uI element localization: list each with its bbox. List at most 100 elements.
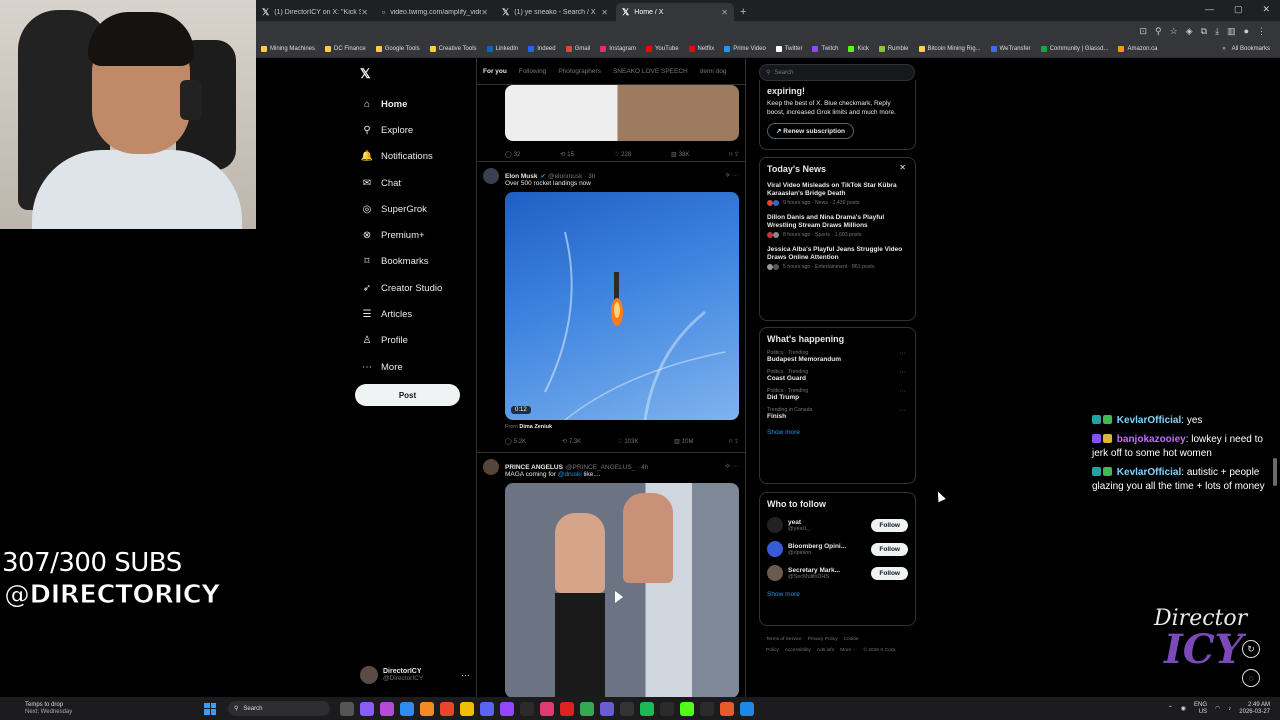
task-view-icon[interactable] (340, 701, 354, 716)
feed-tab[interactable]: For you (483, 68, 507, 75)
download-icon[interactable]: ⤓ (1215, 26, 1219, 37)
tweet-video[interactable]: 0:12 (505, 192, 739, 420)
avatar[interactable] (767, 565, 783, 581)
tweet[interactable]: ◯ 32 ⟲ 15 ♡ 228 ▥ 38K ⌑ ⇪ (477, 85, 745, 162)
brave-icon[interactable] (440, 701, 454, 716)
nav-item-profile[interactable]: ♙ Profile (360, 328, 442, 354)
views-stat[interactable]: ▥ 38K (671, 151, 689, 158)
play-icon[interactable] (615, 591, 625, 603)
weather-widget[interactable]: Temps to drop Next: Wednesday (0, 702, 170, 716)
discord-icon[interactable] (480, 701, 494, 716)
browser-tab[interactable]: ▫ video.twimg.com/amplify_video ✕ (376, 3, 494, 21)
news-item[interactable]: Dillon Danis and Nina Drama's Playful Wr… (767, 214, 908, 238)
firefox-icon[interactable] (420, 701, 434, 716)
app-icon[interactable] (740, 701, 754, 716)
video-source[interactable]: From Dima Zeniuk (477, 424, 745, 430)
trend-item[interactable]: Politics · Trending Did Trump ··· (767, 388, 908, 401)
new-tab-icon[interactable]: + (740, 6, 746, 18)
repost-stat[interactable]: ⟲ 7.3K (562, 438, 581, 445)
bookmark-item[interactable]: Instagram (595, 46, 641, 52)
avatar[interactable] (767, 517, 783, 533)
nav-item-supergrok[interactable]: ◎ SuperGrok (360, 196, 442, 222)
chrome-icon[interactable] (580, 701, 594, 716)
trend-item[interactable]: Politics · Trending Coast Guard ··· (767, 369, 908, 382)
bookmark-item[interactable]: Prime Video (719, 46, 771, 52)
feed-tab[interactable]: Photographers (558, 68, 601, 75)
tweet-image[interactable] (505, 85, 739, 141)
feed-tab[interactable]: Following (519, 68, 546, 75)
tweet[interactable]: Elon Musk ✔ @elonmusk · 3h ⟡ ··· Over 50… (477, 162, 745, 453)
bookmark-item[interactable]: Kick (843, 46, 873, 52)
bookmark-share[interactable]: ⌑ ⇪ (729, 151, 739, 158)
footer-link[interactable]: More ··· (840, 648, 857, 653)
scrollbar[interactable] (1273, 458, 1277, 486)
maximize-icon[interactable]: ▢ (1234, 4, 1243, 15)
views-stat[interactable]: ▥ 10M (674, 438, 693, 445)
follow-button[interactable]: Follow (871, 518, 908, 532)
reply-stat[interactable]: ◯ 32 (505, 151, 520, 158)
nav-item-bookmarks[interactable]: ⌑ Bookmarks (360, 249, 442, 275)
file-explorer-icon[interactable] (460, 701, 474, 716)
nav-item-articles[interactable]: ☰ Articles (360, 301, 442, 327)
bookmark-item[interactable]: Creative Tools (425, 46, 482, 52)
nav-item-creator-studio[interactable]: ➶ Creator Studio (360, 275, 442, 301)
avatar[interactable] (483, 168, 499, 184)
trend-item[interactable]: Politics · Trending Budapest Memorandum ··… (767, 350, 908, 363)
app-icon[interactable] (600, 701, 614, 716)
x-logo-icon[interactable]: 𝕏 (360, 66, 370, 82)
grok-more-icons[interactable]: ⟡ ··· (725, 463, 739, 471)
bookmark-item[interactable]: LinkedIn (482, 46, 524, 52)
clock[interactable]: 2:49 AM 2026-03-27 (1239, 702, 1270, 716)
browser-tab-active[interactable]: 𝕏 Home / X ✕ (616, 3, 734, 21)
search-input[interactable]: ⚲ Search (759, 64, 915, 81)
follow-suggestion[interactable]: Secretary Mark... @SecMullinDHS Follow (767, 565, 908, 581)
repost-stat[interactable]: ⟲ 15 (560, 151, 574, 158)
network-icon[interactable]: ◉ (1181, 705, 1186, 712)
star-icon[interactable]: ☆ (1170, 26, 1178, 37)
taskbar-search[interactable]: ⚲ Search (228, 701, 330, 716)
tweet-video[interactable] (505, 483, 739, 698)
tweet[interactable]: PRINCE ANGELUS @PRINCE_ANGELUS_ · 4h ⟡ ·… (477, 453, 745, 698)
post-button[interactable]: Post (355, 384, 460, 406)
sidepanel-icon[interactable]: ▥ (1227, 26, 1236, 37)
spotify-icon[interactable] (640, 701, 654, 716)
footer-link[interactable]: Privacy Policy (808, 637, 838, 642)
feed-tab[interactable]: demi dog (700, 68, 727, 75)
bookmark-item[interactable]: DC Finance (320, 46, 371, 52)
profile-icon[interactable]: ● (1244, 26, 1249, 37)
nav-item-premium[interactable]: ⊗ Premium+ (360, 222, 442, 248)
news-item[interactable]: Viral Video Misleads on TikTok Star Kübr… (767, 182, 908, 206)
reply-stat[interactable]: ◯ 5.2K (505, 438, 526, 445)
close-tab-icon[interactable]: ✕ (601, 8, 608, 17)
bookmark-item[interactable]: Amazon.ca (1113, 46, 1162, 52)
close-tab-icon[interactable]: ✕ (481, 8, 488, 17)
minimize-icon[interactable]: — (1205, 4, 1214, 15)
nav-item-explore[interactable]: ⚲ Explore (360, 117, 442, 143)
more-icon[interactable]: ··· (899, 407, 906, 414)
more-icon[interactable]: ··· (899, 388, 906, 395)
puzzle-icon[interactable]: ⧉ (1201, 26, 1207, 37)
browser-tab[interactable]: 𝕏(1) DirectorICY on X: "Kick Strea✕ (256, 3, 374, 21)
trend-item[interactable]: Trending in Canada Finish ··· (767, 407, 908, 420)
more-icon[interactable]: ··· (461, 670, 470, 680)
show-more-link[interactable]: Show more (767, 591, 908, 598)
show-more-link[interactable]: Show more (767, 429, 908, 436)
extension-icon[interactable]: ◈ (1186, 26, 1193, 37)
browser-tab[interactable]: 𝕏 (1) ye sneako - Search / X ✕ (496, 3, 614, 21)
like-stat[interactable]: ♡ 228 (614, 151, 631, 158)
bookmark-share[interactable]: ⌑ ⇪ (729, 438, 739, 445)
bookmark-item[interactable]: WeTransfer (986, 46, 1036, 52)
start-icon[interactable] (204, 702, 216, 715)
avatar[interactable] (767, 541, 783, 557)
bookmark-item[interactable]: Bitcoin Mining Rig... (914, 46, 986, 52)
twitch-icon[interactable] (500, 701, 514, 716)
nav-item-notifications[interactable]: 🔔 Notifications (360, 144, 442, 170)
edge-icon[interactable] (400, 701, 414, 716)
bookmark-item[interactable]: Gmail (561, 46, 596, 52)
close-icon[interactable]: ✕ (899, 163, 906, 172)
follow-button[interactable]: Follow (871, 566, 908, 580)
bookmark-item[interactable]: Twitch (807, 46, 843, 52)
footer-link[interactable]: © 2026 X Corp. (863, 648, 896, 653)
follow-button[interactable]: Follow (871, 542, 908, 556)
app-icon[interactable] (360, 701, 374, 716)
